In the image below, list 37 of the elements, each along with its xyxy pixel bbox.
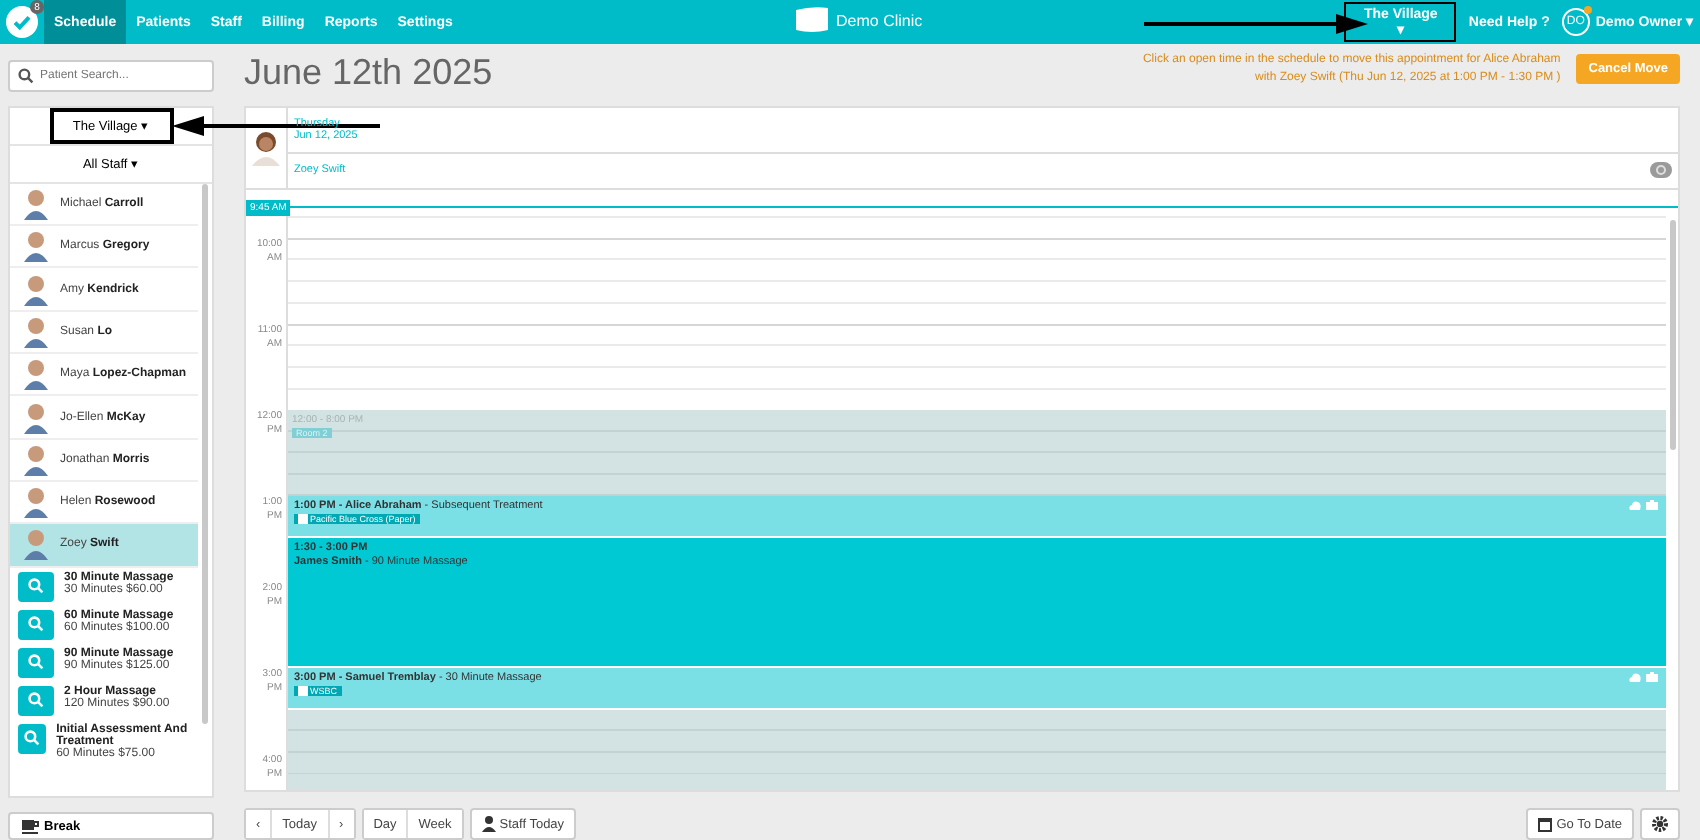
person-avatar-icon bbox=[22, 358, 50, 391]
book-service-button[interactable] bbox=[18, 685, 54, 716]
book-service-button[interactable] bbox=[18, 571, 54, 602]
person-icon bbox=[481, 816, 496, 832]
person-avatar-icon bbox=[22, 528, 50, 561]
person-avatar-icon bbox=[22, 443, 50, 476]
coffee-cup-icon bbox=[22, 819, 40, 834]
person-avatar-icon bbox=[22, 230, 50, 263]
briefcase-icon bbox=[1646, 671, 1658, 682]
book-service-button[interactable] bbox=[18, 647, 54, 678]
settings-button[interactable] bbox=[1640, 808, 1680, 840]
person-avatar-icon bbox=[250, 129, 282, 166]
search-icon bbox=[24, 730, 41, 747]
search-icon bbox=[28, 616, 44, 633]
person-avatar-icon bbox=[22, 273, 50, 306]
schedule-date-title: June 12th 2025 bbox=[244, 52, 495, 95]
scrollbar[interactable] bbox=[1669, 219, 1675, 450]
scrollbar[interactable] bbox=[202, 183, 208, 724]
book-service-button[interactable] bbox=[18, 609, 54, 640]
book-service-button[interactable] bbox=[18, 723, 47, 754]
search-icon bbox=[28, 654, 44, 671]
search-icon bbox=[28, 692, 44, 709]
card-icon bbox=[298, 685, 308, 696]
check-logo-icon bbox=[6, 6, 38, 38]
card-icon bbox=[298, 513, 308, 524]
person-avatar-icon bbox=[22, 315, 50, 348]
person-avatar-icon bbox=[22, 188, 50, 221]
clinic-logo-icon bbox=[794, 6, 830, 34]
person-avatar-icon bbox=[22, 401, 50, 434]
calendar-icon bbox=[1538, 817, 1553, 831]
clinic-name: Demo Clinic bbox=[836, 11, 923, 29]
settings-icon[interactable] bbox=[1650, 162, 1672, 179]
search-icon bbox=[18, 67, 34, 84]
briefcase-icon bbox=[1646, 499, 1658, 510]
settings-icon bbox=[1652, 816, 1668, 832]
person-avatar-icon bbox=[22, 486, 50, 519]
search-icon bbox=[28, 578, 44, 595]
